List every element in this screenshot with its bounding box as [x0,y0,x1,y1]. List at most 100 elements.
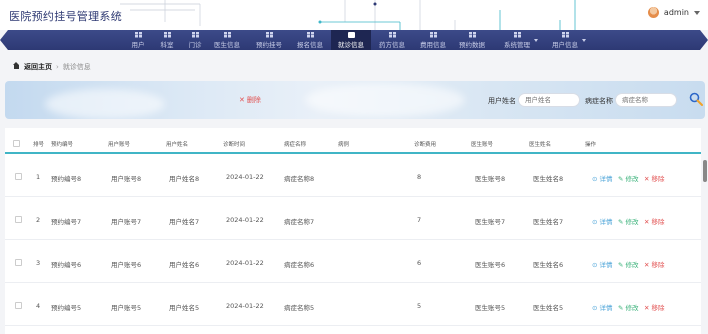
grid-icon [265,31,273,38]
breadcrumb-home[interactable]: 返回主页 [24,62,52,72]
view-button[interactable]: ⊙ 详情 [592,302,613,312]
column-header[interactable]: 用户账号 [108,140,130,148]
grid-icon [306,31,314,38]
row-checkbox[interactable] [15,302,22,309]
cell-disease: 病症名称5 [284,304,315,312]
cell-no: 4 [36,302,41,310]
cell-date: 2024-01-22 [226,216,264,224]
cell-name: 用户姓名5 [169,304,200,312]
cell-doctor-name: 医生姓名7 [533,218,564,226]
chevron-down-icon [582,39,586,42]
remove-button[interactable]: ✕ 移除 [644,173,665,183]
table-row[interactable]: 2 预约编号7 用户账号7 用户姓名7 2024-01-22 病症名称7 7 医… [5,197,701,240]
cell-doctor-name: 医生姓名6 [533,261,564,269]
cell-doctor-name: 医生姓名5 [533,304,564,312]
app-header: 医院预约挂号管理系统 admin [0,0,708,30]
cell-name: 用户姓名8 [169,175,200,183]
cell-account: 用户账号6 [111,261,142,269]
table-row[interactable]: 3 预约编号6 用户账号6 用户姓名6 2024-01-22 病症名称6 6 医… [5,240,701,283]
nav-item-booking-data[interactable]: 预约数据 [452,30,492,50]
select-all-checkbox[interactable] [13,140,20,147]
disease-input[interactable] [615,93,677,107]
calendar-icon [561,31,569,38]
column-header[interactable]: 诊断时间 [223,140,245,148]
remove-button[interactable]: ✕ 移除 [644,216,665,226]
cell-account: 用户账号5 [111,304,142,312]
row-checkbox[interactable] [15,216,22,223]
cell-date: 2024-01-22 [226,173,264,181]
column-header[interactable]: 医生姓名 [529,140,551,148]
chart-icon [468,31,476,38]
nav-item-registration[interactable]: 报名信息 [290,30,330,50]
remove-button[interactable]: ✕ 移除 [644,302,665,312]
cell-disease: 病症名称7 [284,218,315,226]
breadcrumb-separator: › [56,63,59,71]
column-header[interactable]: 病症名称 [284,140,306,148]
cell-account: 用户账号8 [111,175,142,183]
table-row[interactable]: 1 预约编号8 用户账号8 用户姓名8 2024-01-22 病症名称8 8 医… [5,154,701,197]
app-title: 医院预约挂号管理系统 [9,10,122,23]
column-header: 操作 [585,142,597,148]
grid-icon [513,31,521,38]
table-row[interactable]: 4 预约编号5 用户账号5 用户姓名5 2024-01-22 病症名称5 5 医… [5,283,701,326]
cell-account: 用户账号7 [111,218,142,226]
nav-item-appointment[interactable]: 预约挂号 [249,30,289,50]
disease-label: 病症名称 [585,97,613,105]
edit-button[interactable]: ✎ 修改 [618,173,639,183]
user-menu[interactable]: admin [647,7,700,18]
cloud-decoration [45,89,165,119]
search-icon[interactable] [689,92,703,106]
view-button[interactable]: ⊙ 详情 [592,259,613,269]
cell-doctor-account: 医生账号8 [475,175,506,183]
cell-doctor-name: 医生姓名8 [533,175,564,183]
nav-item-visit[interactable]: 就诊信息 [331,30,371,50]
column-header[interactable]: 医生账号 [471,140,493,148]
row-checkbox[interactable] [15,173,22,180]
cell-name: 用户姓名7 [169,218,200,226]
cell-fee: 8 [417,173,422,181]
breadcrumb: 返回主页 › 就诊信息 [13,62,91,72]
column-header: 排号 [33,142,45,148]
cloud-decoration [305,83,465,117]
visit-table: 排号 预约编号 用户账号 用户姓名 诊断时间 病症名称 病例 诊断费用 医生账号… [5,128,701,334]
scrollbar-thumb[interactable] [703,160,707,182]
nav-item-fee[interactable]: 费用信息 [413,30,453,50]
close-icon: ✕ [239,96,245,104]
cell-booking: 预约编号7 [51,218,82,226]
column-header[interactable]: 预约编号 [51,140,73,148]
remove-button[interactable]: ✕ 移除 [644,259,665,269]
list-icon [429,31,437,38]
cell-fee: 5 [417,302,422,310]
cell-fee: 7 [417,216,422,224]
breadcrumb-current: 就诊信息 [62,63,91,71]
cell-doctor-account: 医生账号7 [475,218,506,226]
view-button[interactable]: ⊙ 详情 [592,173,613,183]
edit-button[interactable]: ✎ 修改 [618,302,639,312]
chevron-down-icon [534,39,538,42]
search-panel: ✕ 删除 用户姓名 病症名称 [5,81,705,119]
column-header[interactable]: 用户姓名 [166,140,188,148]
nav-item-prescription[interactable]: 药方信息 [372,30,412,50]
clipboard-icon [347,31,355,38]
username: admin [663,8,689,17]
row-checkbox[interactable] [15,259,22,266]
column-header[interactable]: 诊断费用 [414,140,436,148]
user-name-input[interactable] [518,93,580,107]
cell-no: 1 [36,173,41,181]
view-button[interactable]: ⊙ 详情 [592,216,613,226]
delete-button[interactable]: ✕ 删除 [239,95,261,105]
column-header[interactable]: 病例 [338,140,349,148]
edit-button[interactable]: ✎ 修改 [618,259,639,269]
edit-button[interactable]: ✎ 修改 [618,216,639,226]
cell-fee: 6 [417,259,422,267]
cell-date: 2024-01-22 [226,259,264,267]
grid-icon [223,31,231,38]
nav-item-user-info[interactable]: 用户信息 [545,30,586,50]
nav-item-system[interactable]: 系统管理 [497,30,538,50]
grid-icon [191,31,199,38]
caret-down-icon [694,10,700,15]
cell-booking: 预约编号5 [51,304,82,312]
user-name-label: 用户姓名 [488,97,516,105]
nav-item-doctor[interactable]: 医生信息 [207,30,247,50]
home-icon [13,62,20,70]
